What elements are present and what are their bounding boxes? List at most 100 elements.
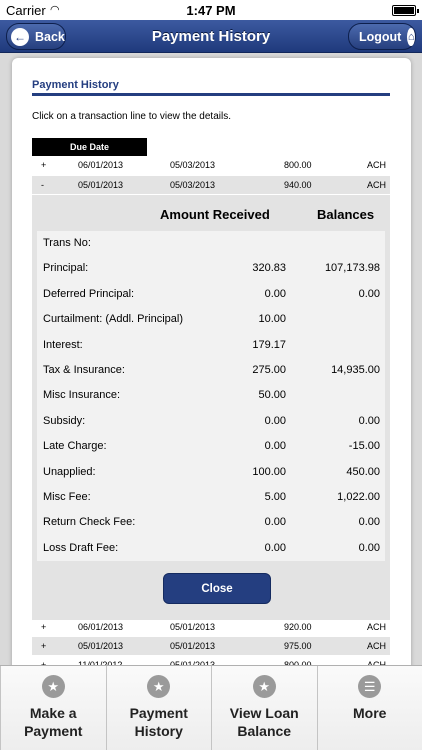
detail-received: 275.00 [252,364,286,376]
tab-make-a-payment[interactable]: ★ Make a Payment [0,666,107,750]
detail-row: Misc Fee: 5.00 1,022.00 [37,485,385,510]
logout-button-label: Logout [359,29,402,44]
detail-row: Misc Insurance: 50.00 [37,383,385,408]
detail-row: Return Check Fee: 0.00 0.00 [37,510,385,535]
nav-bar: ← Back Payment History Logout ⌂ [0,20,422,53]
tab-label: View Loan Balance [229,705,299,739]
status-time: 1:47 PM [186,3,236,18]
detail-received: 0.00 [264,440,286,453]
expand-toggle[interactable]: + [41,160,46,170]
payment-type: ACH [366,160,386,170]
detail-row: Interest: 179.17 [37,333,385,358]
detail-row: Subsidy: 0.00 0.00 [37,409,385,434]
paid-date: 05/03/2013 [170,180,216,190]
detail-received: 100.00 [252,465,286,478]
detail-row: Late Charge: 0.00 -15.00 [37,434,385,459]
paid-date: 05/01/2013 [170,641,216,651]
detail-received: 10.00 [258,313,286,326]
payment-type: ACH [366,622,386,632]
detail-received: 5.00 [264,491,286,503]
star-icon: ★ [252,675,276,698]
section-title: Payment History [32,79,119,91]
detail-balance: 0.00 [358,287,380,300]
detail-row: Trans No: [37,231,385,256]
due-date: 06/01/2013 [78,622,124,632]
star-icon: ★ [147,675,171,698]
detail-label: Trans No: [43,237,91,249]
detail-label: Return Check Fee: [43,516,136,529]
detail-balance: 0.00 [358,414,380,427]
detail-label: Deferred Principal: [43,287,135,300]
table-row[interactable]: + 06/01/2013 05/03/2013 800.00 ACH [32,156,390,174]
amount: 975.00 [284,641,312,651]
amount: 800.00 [284,160,312,170]
collapse-toggle[interactable]: - [41,180,44,190]
detail-received: 50.00 [258,389,286,402]
detail-received: 320.83 [252,262,286,275]
detail-row: Unapplied: 100.00 450.00 [37,460,385,485]
amount: 920.00 [284,622,312,632]
detail-row: Principal: 320.83 107,173.98 [37,256,385,281]
detail-received: 0.00 [264,414,286,427]
detail-balance: -15.00 [348,440,380,453]
paid-date: 05/01/2013 [170,622,216,632]
column-header-due-date: Due Date [32,138,147,156]
logout-button[interactable]: Logout ⌂ [348,23,416,50]
detail-balance: 0.00 [358,541,380,554]
detail-balance: 1,022.00 [337,491,380,503]
payment-type: ACH [366,180,386,190]
instructions-text: Click on a transaction line to view the … [32,111,231,122]
section-divider [32,93,390,96]
detail-received: 0.00 [264,541,286,554]
status-bar: Carrier ◠ 1:47 PM [0,0,422,20]
table-row[interactable]: + 06/01/2013 05/01/2013 920.00 ACH [32,618,390,636]
heading-balances: Balances [317,207,375,222]
paid-date: 05/03/2013 [170,160,216,170]
transaction-detail-panel: Amount Received Balances Trans No: Princ… [32,195,390,620]
detail-label: Unapplied: [43,465,96,478]
menu-icon: ☰ [358,675,382,698]
detail-label: Misc Fee: [43,491,91,503]
table-row[interactable]: + 05/01/2013 05/01/2013 975.00 ACH [32,637,390,655]
due-date: 06/01/2013 [78,160,124,170]
tab-label: Payment History [129,705,188,739]
detail-label: Subsidy: [43,414,86,427]
tab-label: Make a Payment [24,705,83,739]
battery-icon [392,5,419,16]
detail-balance: 450.00 [346,465,380,478]
close-button[interactable]: Close [163,573,271,604]
content-card: Payment History Click on a transaction l… [12,58,411,678]
detail-row: Tax & Insurance: 275.00 14,935.00 [37,358,385,383]
due-date: 05/01/2013 [78,180,124,190]
detail-label: Curtailment: (Addl. Principal) [43,313,183,326]
expand-toggle[interactable]: + [41,622,46,632]
detail-row: Deferred Principal: 0.00 0.00 [37,282,385,307]
detail-row: Loss Draft Fee: 0.00 0.00 [37,536,385,561]
detail-label: Loss Draft Fee: [43,541,119,554]
tab-bar: ★ Make a Payment ★ Payment History ★ Vie… [0,665,422,750]
table-row-expanded[interactable]: - 05/01/2013 05/03/2013 940.00 ACH [32,176,390,194]
detail-received: 179.17 [252,338,286,351]
detail-label: Principal: [43,262,89,275]
detail-balance: 14,935.00 [331,364,380,376]
tab-label: More [353,705,387,721]
tab-payment-history[interactable]: ★ Payment History [107,666,212,750]
detail-label: Misc Insurance: [43,389,121,402]
tab-view-loan-balance[interactable]: ★ View Loan Balance [212,666,318,750]
detail-received: 0.00 [264,287,286,300]
detail-label: Interest: [43,338,83,351]
payment-type: ACH [366,641,386,651]
star-icon: ★ [41,675,65,698]
expand-toggle[interactable]: + [41,641,46,651]
detail-row: Curtailment: (Addl. Principal) 10.00 [37,307,385,332]
tab-more[interactable]: ☰ More [318,666,422,750]
detail-label: Late Charge: [43,440,107,453]
detail-list: Trans No: Principal: 320.83 107,173.98 D… [37,231,385,561]
detail-balance: 107,173.98 [324,262,380,275]
detail-received: 0.00 [264,516,286,529]
home-icon: ⌂ [407,27,415,46]
amount: 940.00 [284,180,312,190]
detail-label: Tax & Insurance: [43,364,125,376]
due-date: 05/01/2013 [78,641,124,651]
detail-balance: 0.00 [358,516,380,529]
